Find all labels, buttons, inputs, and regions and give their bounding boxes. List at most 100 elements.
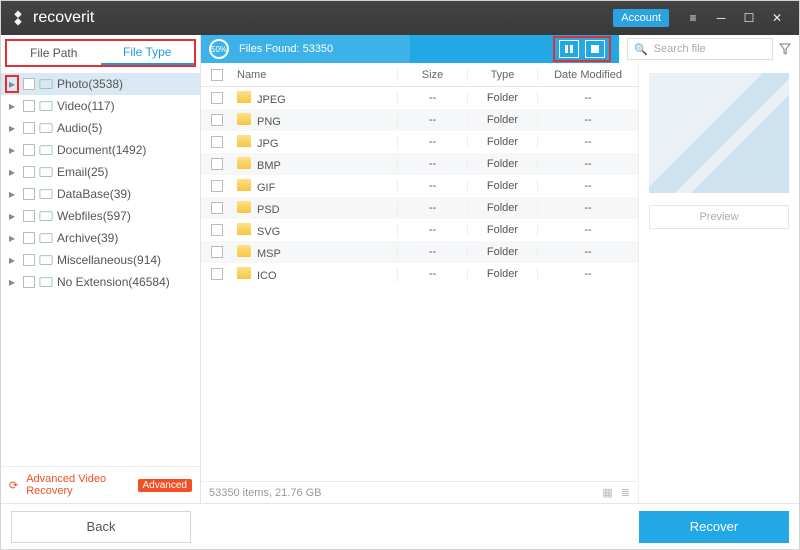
- expand-icon[interactable]: ▸: [5, 121, 19, 135]
- expand-icon[interactable]: ▸: [5, 143, 19, 157]
- row-checkbox[interactable]: [211, 158, 223, 170]
- hamburger-icon[interactable]: ≡: [679, 6, 707, 30]
- refresh-icon: ⟳: [9, 479, 18, 492]
- checkbox[interactable]: [23, 188, 35, 200]
- col-size[interactable]: Size: [398, 69, 468, 81]
- sidebar-item-email[interactable]: ▸Email(25): [1, 161, 200, 183]
- checkbox[interactable]: [23, 254, 35, 266]
- row-type: Folder: [468, 202, 538, 214]
- row-checkbox[interactable]: [211, 202, 223, 214]
- table-row[interactable]: ICO--Folder--: [201, 263, 638, 285]
- folder-icon: [237, 223, 251, 235]
- checkbox[interactable]: [23, 276, 35, 288]
- expand-icon[interactable]: ▸: [5, 99, 19, 113]
- sidebar-item-image[interactable]: ▸Photo(3538): [1, 73, 200, 95]
- column-headers: Name Size Type Date Modified: [201, 63, 638, 87]
- expand-icon[interactable]: ▸: [5, 187, 19, 201]
- table-row[interactable]: BMP--Folder--: [201, 153, 638, 175]
- select-all-checkbox[interactable]: [211, 69, 223, 81]
- folder-icon: [237, 245, 251, 257]
- row-checkbox[interactable]: [211, 92, 223, 104]
- expand-icon[interactable]: ▸: [5, 275, 19, 289]
- close-icon[interactable]: ✕: [763, 6, 791, 30]
- app-logo: recoverit: [9, 9, 94, 27]
- expand-icon[interactable]: ▸: [5, 231, 19, 245]
- row-checkbox[interactable]: [211, 224, 223, 236]
- sidebar-item-archive[interactable]: ▸Archive(39): [1, 227, 200, 249]
- titlebar: recoverit Account ≡ ─ ☐ ✕: [1, 1, 799, 35]
- row-date: --: [538, 180, 638, 192]
- misc-icon: [39, 253, 53, 267]
- category-tree: ▸Photo(3538)▸Video(117)▸Audio(5)▸Documen…: [1, 71, 200, 466]
- table-row[interactable]: GIF--Folder--: [201, 175, 638, 197]
- checkbox[interactable]: [23, 78, 35, 90]
- sidebar-tabs: File Path File Type: [5, 39, 196, 67]
- footer: Back Recover: [1, 503, 799, 549]
- sidebar-item-doc[interactable]: ▸Document(1492): [1, 139, 200, 161]
- sidebar: File Path File Type ▸Photo(3538)▸Video(1…: [1, 35, 201, 503]
- sidebar-item-noext[interactable]: ▸No Extension(46584): [1, 271, 200, 293]
- table-row[interactable]: SVG--Folder--: [201, 219, 638, 241]
- sidebar-item-video[interactable]: ▸Video(117): [1, 95, 200, 117]
- row-checkbox[interactable]: [211, 136, 223, 148]
- list-view-icon[interactable]: ≣: [621, 486, 630, 499]
- back-button[interactable]: Back: [11, 511, 191, 543]
- sidebar-item-db[interactable]: ▸DataBase(39): [1, 183, 200, 205]
- table-row[interactable]: JPEG--Folder--: [201, 87, 638, 109]
- advanced-label: Advanced Video Recovery: [26, 473, 129, 497]
- row-name: GIF: [257, 182, 275, 194]
- col-date[interactable]: Date Modified: [538, 69, 638, 81]
- expand-icon[interactable]: ▸: [5, 75, 19, 93]
- pause-button[interactable]: [559, 40, 579, 58]
- doc-icon: [39, 143, 53, 157]
- minimize-icon[interactable]: ─: [707, 6, 735, 30]
- row-type: Folder: [468, 92, 538, 104]
- row-date: --: [538, 158, 638, 170]
- col-type[interactable]: Type: [468, 69, 538, 81]
- checkbox[interactable]: [23, 122, 35, 134]
- maximize-icon[interactable]: ☐: [735, 6, 763, 30]
- sidebar-item-misc[interactable]: ▸ Miscellaneous(914): [1, 249, 200, 271]
- checkbox[interactable]: [23, 100, 35, 112]
- scan-progress-bar: 50% Files Found: 53350: [201, 35, 619, 63]
- checkbox[interactable]: [23, 166, 35, 178]
- table-row[interactable]: JPG--Folder--: [201, 131, 638, 153]
- table-row[interactable]: MSP--Folder--: [201, 241, 638, 263]
- logo-icon: [9, 9, 27, 27]
- account-button[interactable]: Account: [613, 9, 669, 27]
- tab-file-path[interactable]: File Path: [7, 41, 101, 65]
- row-checkbox[interactable]: [211, 268, 223, 280]
- advanced-video-recovery[interactable]: ⟳ Advanced Video Recovery Advanced: [1, 466, 200, 503]
- table-row[interactable]: PSD--Folder--: [201, 197, 638, 219]
- folder-icon: [237, 113, 251, 125]
- checkbox[interactable]: [23, 232, 35, 244]
- row-date: --: [538, 246, 638, 258]
- row-checkbox[interactable]: [211, 246, 223, 258]
- row-date: --: [538, 268, 638, 280]
- sidebar-item-label: Webfiles(597): [57, 209, 131, 223]
- pause-icon: [565, 45, 573, 53]
- table-row[interactable]: PNG--Folder--: [201, 109, 638, 131]
- checkbox[interactable]: [23, 144, 35, 156]
- expand-icon[interactable]: ▸: [5, 253, 19, 267]
- expand-icon[interactable]: ▸: [5, 209, 19, 223]
- row-size: --: [398, 180, 468, 192]
- row-size: --: [398, 268, 468, 280]
- main-panel: 50% Files Found: 53350 🔍 Search file: [201, 35, 799, 503]
- row-checkbox[interactable]: [211, 114, 223, 126]
- col-name[interactable]: Name: [233, 69, 398, 81]
- grid-view-icon[interactable]: ▦: [602, 486, 612, 499]
- recover-button[interactable]: Recover: [639, 511, 789, 543]
- sidebar-item-label: Miscellaneous(914): [57, 253, 161, 267]
- preview-button[interactable]: Preview: [649, 205, 789, 229]
- advanced-badge: Advanced: [138, 479, 192, 492]
- search-input[interactable]: 🔍 Search file: [627, 38, 773, 60]
- tab-file-type[interactable]: File Type: [101, 41, 195, 65]
- checkbox[interactable]: [23, 210, 35, 222]
- filter-icon[interactable]: [779, 43, 791, 55]
- sidebar-item-web[interactable]: ▸ Webfiles(597): [1, 205, 200, 227]
- expand-icon[interactable]: ▸: [5, 165, 19, 179]
- row-checkbox[interactable]: [211, 180, 223, 192]
- sidebar-item-audio[interactable]: ▸Audio(5): [1, 117, 200, 139]
- stop-button[interactable]: [585, 40, 605, 58]
